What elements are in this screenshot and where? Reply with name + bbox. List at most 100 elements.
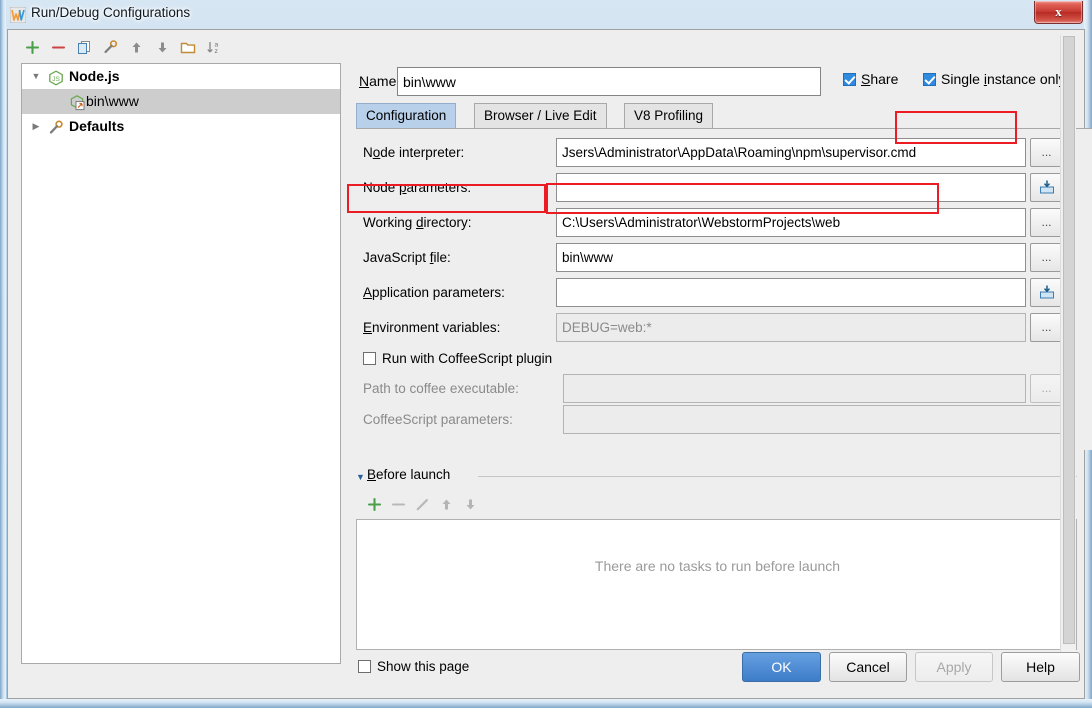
webstorm-logo-icon: [9, 6, 27, 24]
coffeescript-parameters-label: CoffeeScript parameters:: [363, 412, 513, 427]
title-bar[interactable]: Run/Debug Configurations x: [0, 0, 1092, 29]
move-down-icon[interactable]: [151, 37, 173, 61]
help-button[interactable]: Help: [1001, 652, 1080, 682]
window-frame-left: [0, 0, 6, 708]
expand-application-parameters-button[interactable]: [1030, 278, 1063, 307]
name-input[interactable]: [397, 67, 821, 96]
vertical-scrollbar[interactable]: [1060, 35, 1076, 664]
sort-alphabetically-icon[interactable]: a z: [203, 37, 225, 61]
ellipsis-icon: ...: [1041, 320, 1052, 334]
ellipsis-icon: ...: [1041, 250, 1052, 264]
window-frame-bottom: [0, 699, 1092, 708]
node-parameters-input[interactable]: [556, 173, 1026, 202]
edit-defaults-wrench-icon[interactable]: [99, 37, 121, 61]
browse-javascript-file-button[interactable]: ...: [1030, 243, 1063, 272]
edit-task-pencil-icon[interactable]: [411, 494, 433, 518]
working-directory-input[interactable]: [556, 208, 1026, 237]
browse-environment-variables-button[interactable]: ...: [1030, 313, 1063, 342]
coffee-executable-label: Path to coffee executable:: [363, 381, 519, 396]
run-with-coffeescript-checkbox[interactable]: Run with CoffeeScript plugin: [363, 351, 552, 373]
dialog-client-area: a z ▼ JS Node.js bin\www ▶ Defaults Name…: [7, 29, 1092, 699]
tab-browser-live-edit[interactable]: Browser / Live Edit: [474, 103, 607, 128]
node-interpreter-input[interactable]: [556, 138, 1026, 167]
node-parameters-label: Node parameters:: [363, 180, 472, 195]
share-checkbox[interactable]: Share: [843, 71, 898, 93]
apply-button[interactable]: Apply: [915, 652, 993, 682]
collapse-twisty-icon[interactable]: ▶: [29, 114, 43, 139]
tab-v8-profiling[interactable]: V8 Profiling: [624, 103, 714, 128]
browse-working-directory-button[interactable]: ...: [1030, 208, 1063, 237]
configurations-toolbar: a z: [21, 37, 341, 63]
form-row-node-interpreter: Node interpreter: ...: [356, 138, 1076, 169]
form-row-coffee-executable: Path to coffee executable: ...: [356, 374, 1076, 405]
empty-task-message: There are no tasks to run before launch: [594, 558, 841, 574]
browse-coffee-executable-button[interactable]: ...: [1030, 374, 1063, 403]
javascript-file-label: JavaScript file:: [363, 250, 451, 265]
coffee-executable-input[interactable]: [563, 374, 1026, 403]
tree-node-defaults[interactable]: ▶ Defaults: [22, 114, 340, 139]
add-task-icon[interactable]: [363, 494, 385, 518]
form-row-coffeescript-parameters: CoffeeScript parameters:: [356, 405, 1076, 436]
ellipsis-icon: ...: [1041, 145, 1052, 159]
cancel-button[interactable]: Cancel: [829, 652, 907, 682]
working-directory-label: Working directory:: [363, 215, 472, 230]
checkbox-box: [843, 73, 856, 86]
form-row-node-parameters: Node parameters:: [356, 173, 1076, 204]
scrollbar-thumb[interactable]: [1063, 36, 1075, 644]
single-instance-checkbox[interactable]: Single instance only: [923, 71, 1066, 93]
remove-task-icon[interactable]: [387, 494, 409, 518]
javascript-file-input[interactable]: [556, 243, 1026, 272]
wrench-icon: [48, 119, 64, 135]
tree-node-nodejs[interactable]: ▼ JS Node.js: [22, 64, 340, 89]
checkbox-box: [923, 73, 936, 86]
tree-node-label: bin\www: [86, 93, 139, 109]
name-label: Name:: [359, 73, 401, 89]
close-button[interactable]: x: [1034, 1, 1083, 24]
application-parameters-input[interactable]: [556, 278, 1026, 307]
move-up-icon[interactable]: [125, 37, 147, 61]
configurations-tree[interactable]: ▼ JS Node.js bin\www ▶ Defaults: [21, 63, 341, 664]
tab-configuration[interactable]: Configuration: [356, 103, 457, 128]
nodejs-config-icon: [70, 94, 86, 111]
new-folder-icon[interactable]: [177, 37, 199, 61]
coffeescript-parameters-input[interactable]: [563, 405, 1063, 434]
before-launch-toolbar: [363, 494, 663, 518]
collapse-arrow-icon[interactable]: ▼: [356, 472, 365, 482]
svg-text:JS: JS: [52, 76, 60, 83]
environment-variables-label: Environment variables:: [363, 320, 501, 335]
tree-node-bin-www[interactable]: bin\www: [22, 89, 340, 114]
move-task-down-icon[interactable]: [459, 494, 481, 518]
browse-node-interpreter-button[interactable]: ...: [1030, 138, 1063, 167]
close-icon: x: [1055, 4, 1062, 19]
before-launch-task-list[interactable]: There are no tasks to run before launch: [356, 519, 1077, 650]
expand-editor-icon: [1039, 180, 1054, 194]
share-label: Share: [861, 71, 899, 87]
ellipsis-icon: ...: [1041, 215, 1052, 229]
configuration-editor-pane: Name: Share Single instance only Configu…: [351, 35, 1092, 674]
move-task-up-icon[interactable]: [435, 494, 457, 518]
tab-bar: Configuration Browser / Live Edit V8 Pro…: [356, 103, 1077, 129]
dialog-button-bar: OK Cancel Apply Help: [8, 634, 1084, 698]
dialog-window: Run/Debug Configurations x a z ▼ JS Node…: [0, 0, 1092, 708]
ellipsis-icon: ...: [1041, 381, 1052, 395]
name-row: Name: Share Single instance only: [351, 67, 1077, 97]
before-launch-header[interactable]: ▼ Before launch: [356, 467, 1077, 487]
configuration-tab-panel: Node interpreter: ... Node parameters:: [356, 128, 1092, 450]
expand-node-parameters-button[interactable]: [1030, 173, 1063, 202]
single-instance-label: Single instance only: [941, 71, 1066, 87]
form-row-javascript-file: JavaScript file: ...: [356, 243, 1076, 274]
remove-icon[interactable]: [47, 37, 69, 61]
checkbox-box: [363, 352, 376, 365]
add-icon[interactable]: [21, 37, 43, 61]
node-interpreter-label: Node interpreter:: [363, 145, 465, 160]
form-row-environment-variables: Environment variables: ...: [356, 313, 1076, 344]
expand-twisty-icon[interactable]: ▼: [29, 64, 43, 89]
window-title: Run/Debug Configurations: [31, 5, 191, 20]
environment-variables-input[interactable]: [556, 313, 1026, 342]
copy-icon[interactable]: [73, 37, 95, 61]
svg-text:z: z: [214, 48, 217, 55]
form-row-application-parameters: Application parameters:: [356, 278, 1076, 309]
expand-editor-icon: [1039, 285, 1054, 299]
tree-node-label: Defaults: [69, 118, 125, 134]
ok-button[interactable]: OK: [742, 652, 821, 682]
